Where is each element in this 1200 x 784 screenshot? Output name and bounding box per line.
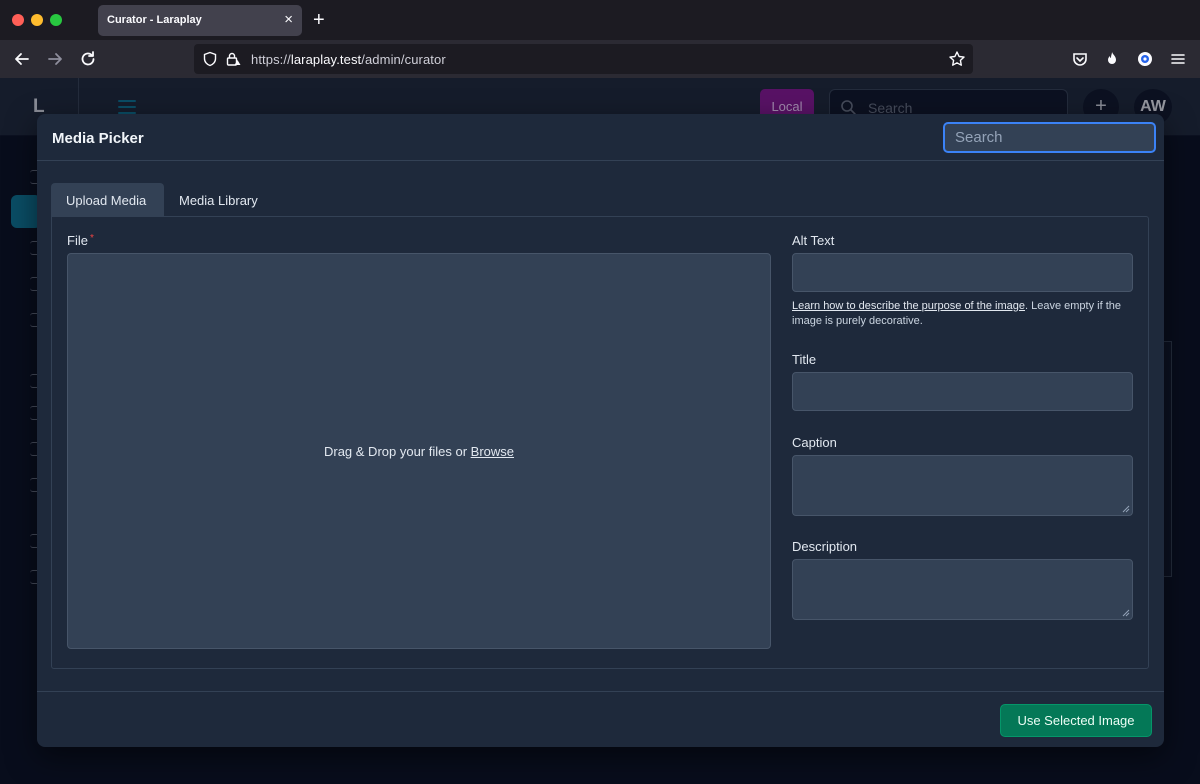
upload-panel: File * Drag & Drop your files or Browse A…: [51, 216, 1149, 669]
address-bar[interactable]: https://laraplay.test/admin/curator: [194, 44, 973, 74]
url-text[interactable]: https://laraplay.test/admin/curator: [251, 52, 446, 67]
description-label: Description: [792, 539, 858, 554]
resize-grip-icon[interactable]: [1122, 609, 1130, 617]
url-scheme: https://: [251, 52, 291, 67]
browser-titlebar: Curator - Laraplay × +: [0, 0, 1200, 40]
close-tab-icon[interactable]: ×: [284, 11, 293, 29]
menu-icon[interactable]: [1167, 48, 1189, 70]
media-search-input[interactable]: [943, 122, 1156, 153]
forward-arrow-icon[interactable]: [44, 48, 66, 70]
caption-textarea[interactable]: [792, 455, 1133, 516]
reload-icon[interactable]: [77, 48, 99, 70]
new-tab-button[interactable]: +: [313, 9, 325, 31]
file-label-text: File: [67, 233, 88, 248]
caption-label: Caption: [792, 435, 837, 450]
close-window-button[interactable]: [12, 14, 24, 26]
browser-tab-title: Curator - Laraplay: [107, 14, 202, 26]
alt-help-link[interactable]: Learn how to describe the purpose of the…: [792, 300, 1025, 312]
shield-icon[interactable]: [202, 51, 218, 67]
alt-text-help: Learn how to describe the purpose of the…: [792, 299, 1137, 329]
tab-media-library[interactable]: Media Library: [164, 183, 273, 217]
minimize-window-button[interactable]: [31, 14, 43, 26]
maximize-window-button[interactable]: [50, 14, 62, 26]
title-input[interactable]: [792, 372, 1133, 411]
alt-text-input[interactable]: [792, 253, 1133, 292]
url-path: /admin/curator: [361, 52, 446, 67]
tab-upload-media[interactable]: Upload Media: [51, 183, 164, 217]
pocket-icon[interactable]: [1069, 48, 1091, 70]
extension-icon[interactable]: [1134, 48, 1156, 70]
lock-warning-icon[interactable]: [225, 51, 241, 67]
alt-text-label: Alt Text: [792, 233, 835, 248]
modal-header: Media Picker: [37, 114, 1164, 161]
back-arrow-icon[interactable]: [11, 48, 33, 70]
modal-title: Media Picker: [52, 130, 144, 147]
title-label: Title: [792, 352, 817, 367]
modal-footer-divider: [37, 691, 1164, 692]
browser-tab[interactable]: Curator - Laraplay ×: [98, 5, 302, 36]
required-marker: *: [89, 233, 94, 244]
media-picker-modal: Media Picker Upload Media Media Library …: [37, 114, 1164, 747]
dropzone-instruction: Drag & Drop your files or: [323, 444, 471, 459]
fire-icon[interactable]: [1101, 48, 1123, 70]
file-label: File *: [67, 233, 94, 248]
browser-navbar: https://laraplay.test/admin/curator: [0, 40, 1200, 78]
browse-link[interactable]: Browse: [471, 444, 514, 459]
bookmark-star-icon[interactable]: [948, 50, 966, 68]
use-selected-image-button[interactable]: Use Selected Image: [1000, 704, 1152, 737]
resize-grip-icon[interactable]: [1122, 505, 1130, 513]
description-textarea[interactable]: [792, 559, 1133, 620]
dropzone-text: Drag & Drop your files or Browse: [68, 444, 770, 459]
file-dropzone[interactable]: Drag & Drop your files or Browse: [67, 253, 771, 649]
url-host: laraplay.test: [290, 52, 362, 67]
